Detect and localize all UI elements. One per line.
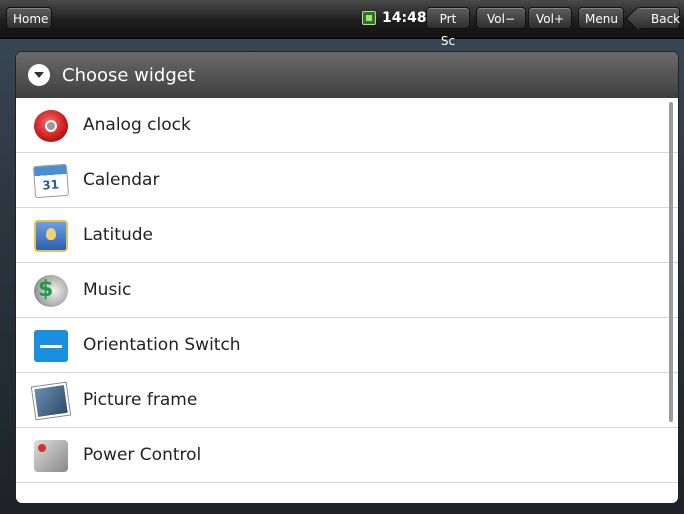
dialog-header: Choose widget: [16, 52, 678, 98]
back-button[interactable]: Back: [636, 7, 680, 29]
power-control-icon: [34, 440, 68, 472]
status-time: 14:48: [382, 10, 427, 26]
volume-down-button[interactable]: Vol−: [476, 7, 526, 29]
widget-item-label: Analog clock: [83, 115, 191, 135]
widget-item-music[interactable]: Music: [16, 263, 678, 318]
orientation-switch-icon: [34, 330, 68, 362]
widget-item-picture-frame[interactable]: Picture frame: [16, 373, 678, 428]
widget-item-label: Calendar: [83, 170, 160, 190]
widget-list: Analog clock Calendar Latitude Music Ori…: [16, 98, 678, 483]
print-screen-button[interactable]: Prt Sc: [426, 7, 470, 48]
picture-frame-icon: [31, 382, 71, 420]
widget-item-analog-clock[interactable]: Analog clock: [16, 98, 678, 153]
menu-button[interactable]: Menu: [578, 7, 624, 29]
widget-item-label: Power Control: [83, 445, 202, 465]
music-icon: [34, 275, 68, 307]
dialog-title: Choose widget: [62, 65, 195, 86]
analog-clock-icon: [34, 110, 68, 142]
widget-item-latitude[interactable]: Latitude: [16, 208, 678, 263]
widget-item-label: Picture frame: [83, 390, 198, 410]
system-bar: Home 14:48 Prt Sc Vol− Vol+ Menu Back: [0, 0, 684, 48]
dropdown-circle-icon: [28, 64, 50, 86]
battery-icon: [362, 11, 376, 25]
widget-item-calendar[interactable]: Calendar: [16, 153, 678, 208]
volume-up-button[interactable]: Vol+: [528, 7, 572, 29]
widget-item-power-control[interactable]: Power Control: [16, 428, 678, 483]
home-button[interactable]: Home: [6, 7, 52, 29]
widget-item-label: Music: [83, 280, 132, 300]
choose-widget-dialog: Choose widget Analog clock Calendar Lati…: [16, 52, 678, 503]
calendar-icon: [32, 163, 70, 199]
widget-item-label: Latitude: [83, 225, 153, 245]
latitude-icon: [34, 220, 68, 252]
widget-item-label: Orientation Switch: [83, 335, 241, 355]
list-scrollbar[interactable]: [669, 102, 673, 422]
widget-item-orientation-switch[interactable]: Orientation Switch: [16, 318, 678, 373]
